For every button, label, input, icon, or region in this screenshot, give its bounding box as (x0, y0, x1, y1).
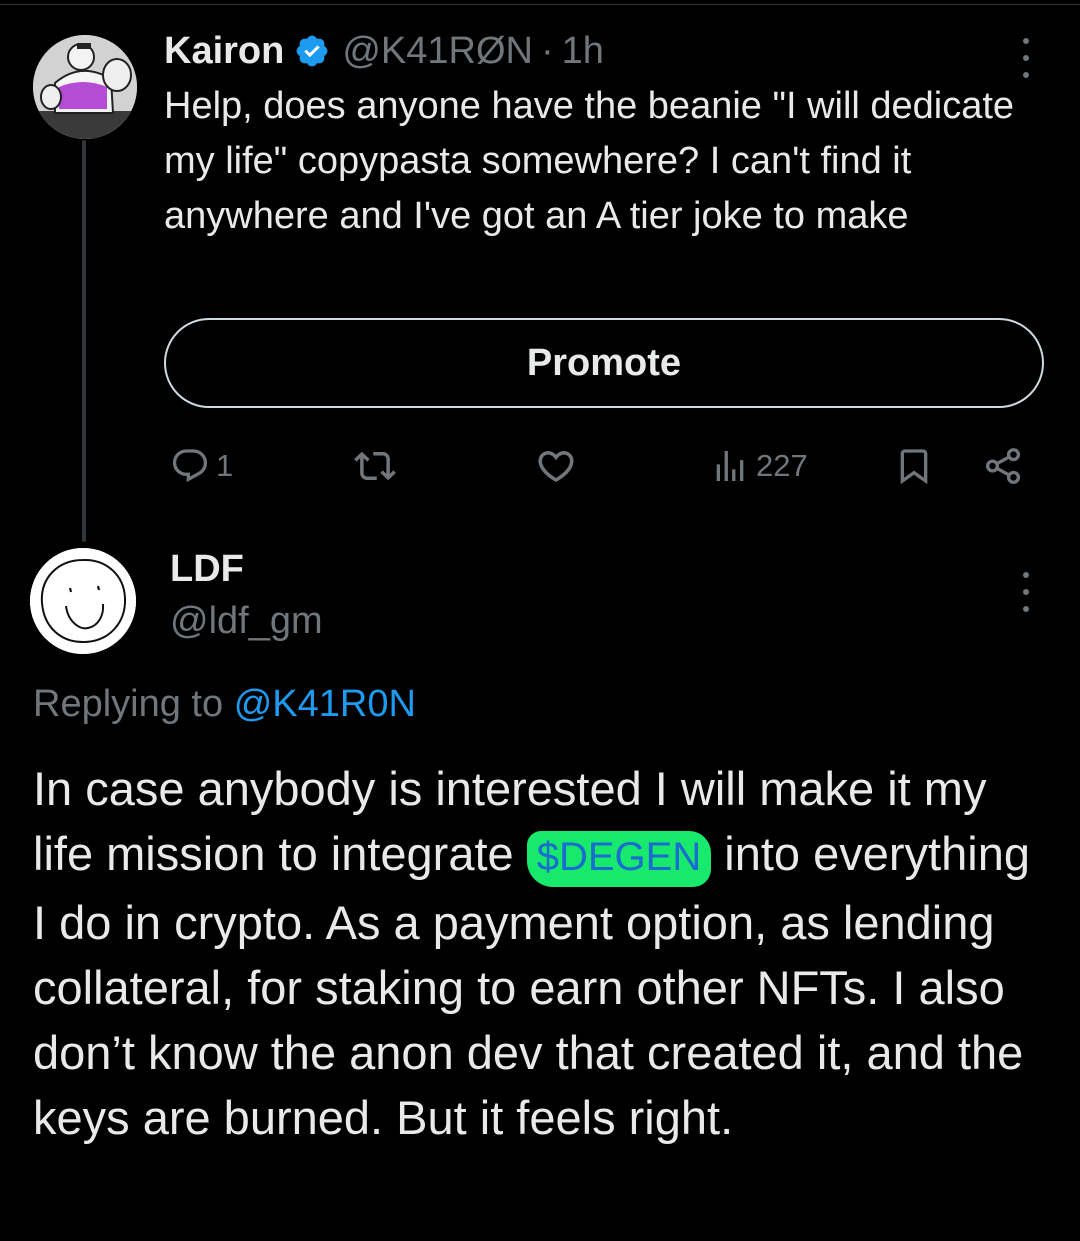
tweet-text: In case anybody is interested I will mak… (33, 756, 1053, 1150)
share-button[interactable] (982, 444, 1024, 488)
top-divider (0, 4, 1080, 5)
retweet-button[interactable] (354, 444, 396, 488)
thread-line (82, 140, 86, 542)
cashtag-link[interactable]: $DEGEN (526, 831, 712, 887)
timestamp[interactable]: 1h (562, 30, 604, 73)
avatar-smiley-drawing (30, 548, 136, 654)
replying-to-line: Replying to @K41R0N (33, 683, 416, 726)
bookmark-icon (900, 449, 928, 485)
tweet1-header: Kairon @K41RØN · 1h (164, 26, 604, 76)
promote-button[interactable]: Promote (164, 318, 1044, 408)
reply-icon (172, 449, 208, 483)
author-handle[interactable]: @ldf_gm (170, 600, 323, 643)
views-button[interactable]: 227 (710, 444, 808, 488)
verified-badge-icon (294, 33, 330, 69)
author-name[interactable]: LDF (170, 548, 244, 591)
heart-icon (538, 451, 574, 483)
more-options-icon[interactable] (1016, 572, 1036, 612)
more-options-icon[interactable] (1016, 38, 1036, 78)
avatar[interactable] (33, 35, 137, 139)
author-handle[interactable]: @K41RØN (342, 30, 533, 73)
separator-dot: · (541, 29, 554, 72)
author-name[interactable]: Kairon (164, 30, 284, 73)
tweet-text: Help, does anyone have the beanie "I wil… (164, 85, 1015, 237)
retweet-icon (354, 451, 396, 481)
avatar[interactable] (30, 548, 136, 654)
views-count: 227 (756, 448, 808, 483)
reply-count: 1 (216, 448, 234, 483)
like-button[interactable] (535, 444, 577, 488)
share-icon (985, 448, 1021, 484)
avatar-illustration (33, 35, 137, 139)
replying-to-mention[interactable]: @K41R0N (234, 683, 416, 725)
views-icon (716, 451, 744, 481)
bookmark-button[interactable] (894, 444, 934, 488)
reply-button[interactable]: 1 (170, 444, 233, 488)
replying-to-label: Replying to (33, 683, 224, 725)
